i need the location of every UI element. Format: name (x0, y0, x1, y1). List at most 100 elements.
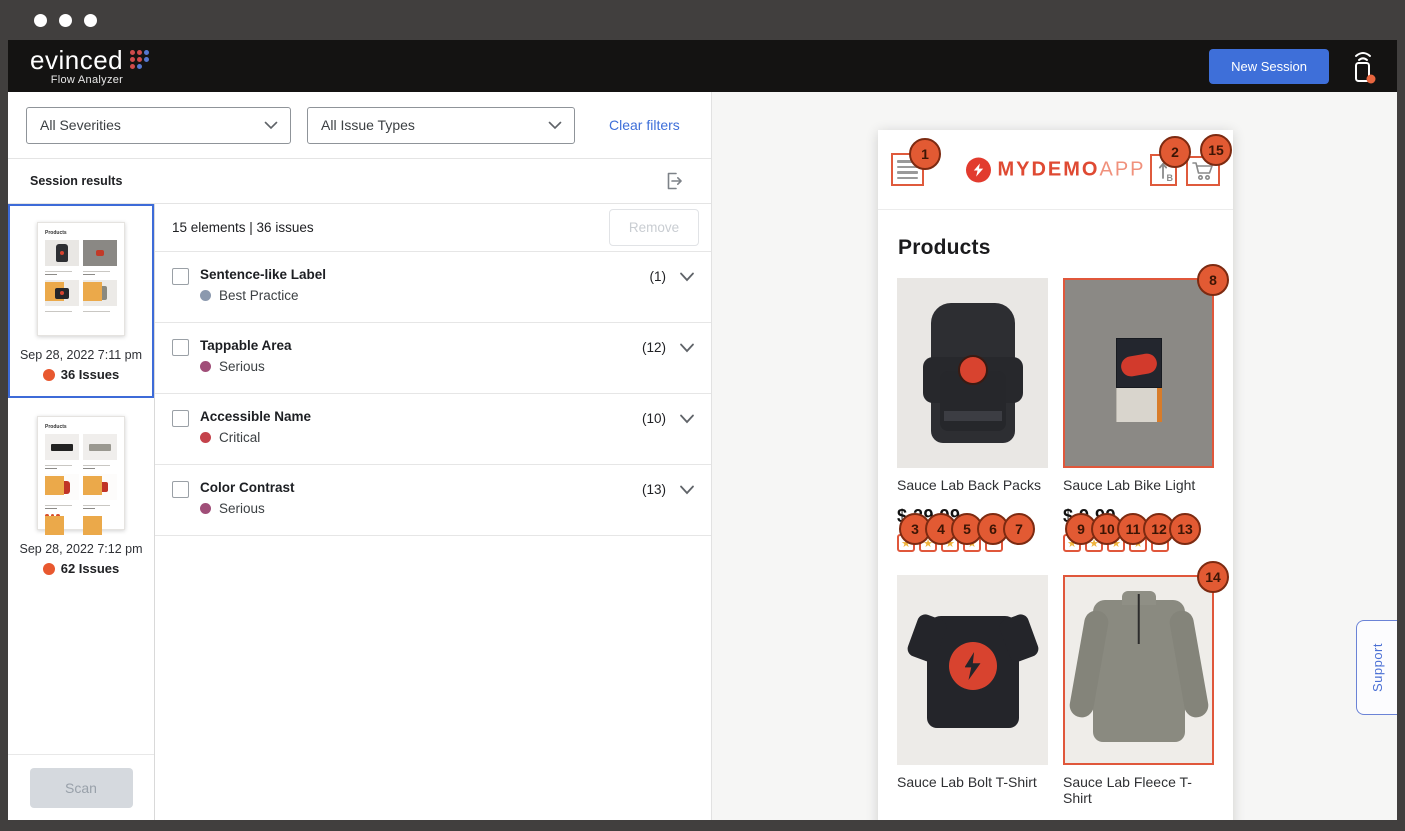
issue-badge-1[interactable]: 1 (909, 138, 941, 170)
issue-severity: Critical (219, 430, 260, 445)
star-rating: ★★★★★ 9 10 11 12 13 (1063, 534, 1214, 553)
scan-button-area: Scan (8, 754, 154, 820)
issue-checkbox[interactable] (172, 481, 189, 498)
product-bolt-tshirt: Sauce Lab Bolt T-Shirt (897, 575, 1048, 806)
issues-summary-row: 15 elements | 36 issues Remove (155, 204, 711, 252)
issue-label: Tappable Area (200, 338, 292, 353)
issue-row-accessible-name[interactable]: Accessible Name Critical (10) (155, 394, 711, 465)
sauce-swirl-icon (965, 157, 990, 182)
issue-label: Accessible Name (200, 409, 311, 424)
support-tab[interactable]: Support (1356, 620, 1397, 715)
session-results-header: Session results (8, 159, 711, 204)
expand-chevron-icon[interactable] (679, 414, 695, 424)
cart-icon: 15 (1186, 156, 1220, 186)
issues-list: 15 elements | 36 issues Remove Sentence-… (155, 204, 711, 820)
device-preview-panel: 1 MYDEMOAPP (712, 92, 1397, 820)
severity-dot-icon (200, 361, 211, 372)
issue-row-color-contrast[interactable]: Color Contrast Serious (13) (155, 465, 711, 536)
app-header: evinced Flow Analyzer New Session (8, 40, 1397, 92)
issue-type-filter-select[interactable]: All Issue Types (307, 107, 575, 144)
product-image-bike-light[interactable]: 8 (1063, 278, 1214, 468)
issue-type-filter-value: All Issue Types (321, 117, 415, 133)
app-window: evinced Flow Analyzer New Session (8, 40, 1397, 820)
issue-checkbox[interactable] (172, 339, 189, 356)
window-minimize-button[interactable] (59, 14, 72, 27)
remove-button[interactable]: Remove (609, 209, 699, 246)
expand-chevron-icon[interactable] (679, 485, 695, 495)
session-thumbnail: Products (37, 416, 125, 530)
issue-label: Sentence-like Label (200, 267, 326, 282)
logo-demo: DEMO (1031, 158, 1099, 180)
issue-severity: Best Practice (219, 288, 299, 303)
issue-row-sentence-like-label[interactable]: Sentence-like Label Best Practice (1) (155, 252, 711, 323)
preview-page-title: Products (898, 236, 1233, 260)
product-grid: Sauce Lab Back Packs $ 29.99 ★★★★★ 3 4 5… (878, 260, 1233, 806)
logo-dots-icon (130, 50, 149, 69)
scan-button[interactable]: Scan (30, 768, 133, 808)
device-screenshot: 1 MYDEMOAPP (878, 130, 1233, 820)
issue-checkbox[interactable] (172, 268, 189, 285)
session-issue-count: 62 Issues (61, 561, 120, 576)
severity-dot-icon (200, 432, 211, 443)
session-list: Products (8, 204, 155, 820)
star-rating: ★★★★★ 3 4 5 6 7 (897, 534, 1048, 553)
support-tab-label: Support (1370, 643, 1385, 692)
issue-severity: Serious (219, 359, 265, 374)
connected-device-icon[interactable] (1347, 48, 1379, 84)
issue-row-tappable-area[interactable]: Tappable Area Serious (12) (155, 323, 711, 394)
session-item-1[interactable]: Products (8, 204, 154, 398)
logo-text: evinced (30, 47, 123, 73)
issue-badge-14[interactable]: 14 (1197, 561, 1229, 593)
session-issue-count: 36 Issues (61, 367, 120, 382)
severity-dot-icon (200, 290, 211, 301)
product-fleece-tshirt: 14 Sauce Lab Fleece T-Shirt (1063, 575, 1214, 806)
expand-chevron-icon[interactable] (679, 272, 695, 282)
issue-badge-13[interactable]: 13 (1169, 513, 1201, 545)
product-name: Sauce Lab Back Packs (897, 477, 1048, 493)
issue-checkbox[interactable] (172, 410, 189, 427)
window-close-button[interactable] (34, 14, 47, 27)
severity-dot-icon (200, 503, 211, 514)
issue-count: (1) (650, 269, 667, 284)
product-image-backpack (897, 278, 1048, 468)
issue-badge-2[interactable]: 2 (1159, 136, 1191, 168)
issue-severity: Serious (219, 501, 265, 516)
window-maximize-button[interactable] (84, 14, 97, 27)
issue-badge-15[interactable]: 15 (1200, 134, 1232, 166)
product-bike-light: 8 Sauce Lab Bike Light $ 9.99 ★★★★★ 9 10… (1063, 278, 1214, 575)
session-item-2[interactable]: Products (8, 398, 154, 592)
clear-filters-link[interactable]: Clear filters (609, 117, 680, 133)
product-image-bolt-tshirt (897, 575, 1048, 765)
severity-filter-value: All Severities (40, 117, 121, 133)
issue-badge-7[interactable]: 7 (1003, 513, 1035, 545)
window-titlebar (0, 0, 1405, 40)
sort-icon: B 2 (1150, 154, 1177, 186)
expand-chevron-icon[interactable] (679, 343, 695, 353)
session-timestamp: Sep 28, 2022 7:11 pm (16, 348, 146, 362)
logo-my: MY (997, 158, 1031, 180)
evinced-logo: evinced Flow Analyzer (30, 47, 149, 86)
issue-count: (12) (642, 340, 666, 355)
product-name: Sauce Lab Bolt T-Shirt (897, 774, 1048, 790)
new-session-button[interactable]: New Session (1209, 49, 1329, 84)
severity-filter-select[interactable]: All Severities (26, 107, 291, 144)
issue-label: Color Contrast (200, 480, 295, 495)
thumbnail-title: Products (45, 424, 117, 430)
preview-appbar: 1 MYDEMOAPP (878, 130, 1233, 210)
export-icon[interactable] (663, 170, 685, 192)
product-name: Sauce Lab Bike Light (1063, 477, 1214, 493)
session-results-title: Session results (30, 174, 122, 188)
sort-letter: B (1167, 173, 1174, 183)
product-image-fleece-tshirt[interactable]: 14 (1063, 575, 1214, 765)
chevron-down-icon (548, 121, 562, 130)
mydemoapp-logo: MYDEMOAPP (965, 157, 1145, 182)
analysis-panel: All Severities All Issue Types Clear fil… (8, 92, 712, 820)
issue-badge-8[interactable]: 8 (1197, 264, 1229, 296)
chevron-down-icon (264, 121, 278, 130)
issues-summary: 15 elements | 36 issues (172, 220, 314, 235)
issue-count: (13) (642, 482, 666, 497)
thumbnail-title: Products (45, 230, 117, 236)
product-backpack: Sauce Lab Back Packs $ 29.99 ★★★★★ 3 4 5… (897, 278, 1048, 575)
session-thumbnail: Products (37, 222, 125, 336)
hamburger-menu-icon: 1 (891, 153, 924, 186)
